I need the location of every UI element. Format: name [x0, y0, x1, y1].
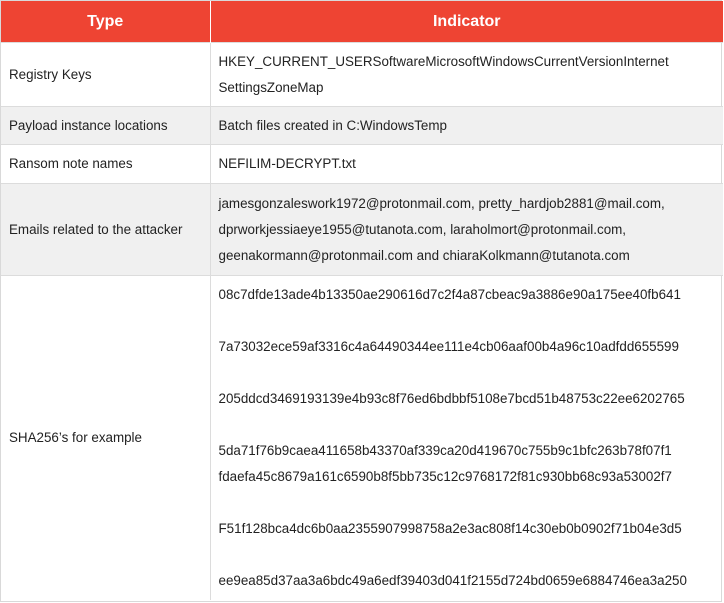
type-cell: Registry Keys [1, 42, 211, 107]
indicator-cell: jamesgonzaleswork1972@protonmail.com, pr… [210, 183, 723, 276]
type-cell: SHA256’s for example [1, 275, 211, 600]
indicator-line: HKEY_CURRENT_USERSoftwareMicrosoftWindow… [218, 53, 669, 69]
hash-value: 205ddcd3469193139e4b93c8f76ed6bdbbf5108e… [218, 390, 685, 406]
indicator-cell: HKEY_CURRENT_USERSoftwareMicrosoftWindow… [210, 42, 723, 107]
indicator-line: Batch files created in C:WindowsTemp [218, 117, 447, 133]
table-row: Registry Keys HKEY_CURRENT_USERSoftwareM… [1, 42, 723, 107]
hash-value: ee9ea85d37aa3a6bdc49a6edf39403d041f2155d… [218, 572, 687, 588]
table-header-row: Type Indicator [1, 1, 723, 43]
indicator-cell: NEFILIM-DECRYPT.txt [210, 144, 723, 184]
table-row: Emails related to the attacker jamesgonz… [1, 183, 723, 276]
table-row: Payload instance locations Batch files c… [1, 106, 723, 145]
hash-value: 5da71f76b9caea411658b43370af339ca20d4196… [218, 442, 672, 458]
indicator-line: SettingsZoneMap [218, 79, 324, 95]
hash-value: 7a73032ece59af3316c4a64490344ee111e4cb06… [218, 338, 679, 354]
hash-value: 08c7dfde13ade4b13350ae290616d7c2f4a87cbe… [218, 286, 681, 302]
hash-value: fdaefa45c8679a161c6590b8f5bb735c12c97681… [218, 468, 672, 484]
ioc-table-container: Type Indicator Registry Keys HKEY_CURREN… [0, 0, 723, 602]
indicator-line: jamesgonzaleswork1972@protonmail.com, pr… [218, 195, 665, 211]
table-row: SHA256’s for example 08c7dfde13ade4b1335… [1, 275, 723, 600]
type-cell: Ransom note names [1, 144, 211, 184]
indicator-line: dprworkjessiaeye1955@tutanota.com, larah… [218, 221, 627, 237]
header-indicator: Indicator [210, 1, 723, 43]
hash-value: F51f128bca4dc6b0aa2355907998758a2e3ac808… [218, 520, 682, 536]
indicator-cell: 08c7dfde13ade4b13350ae290616d7c2f4a87cbe… [210, 275, 723, 600]
indicator-cell: Batch files created in C:WindowsTemp [210, 106, 723, 145]
table-row: Ransom note names NEFILIM-DECRYPT.txt [1, 144, 723, 184]
type-cell: Emails related to the attacker [1, 183, 211, 276]
ioc-table: Type Indicator Registry Keys HKEY_CURREN… [1, 1, 723, 600]
type-cell: Payload instance locations [1, 106, 211, 145]
header-type: Type [1, 1, 211, 43]
indicator-line: NEFILIM-DECRYPT.txt [218, 156, 356, 171]
indicator-line: geenakormann@protonmail.com and chiaraKo… [218, 247, 630, 263]
